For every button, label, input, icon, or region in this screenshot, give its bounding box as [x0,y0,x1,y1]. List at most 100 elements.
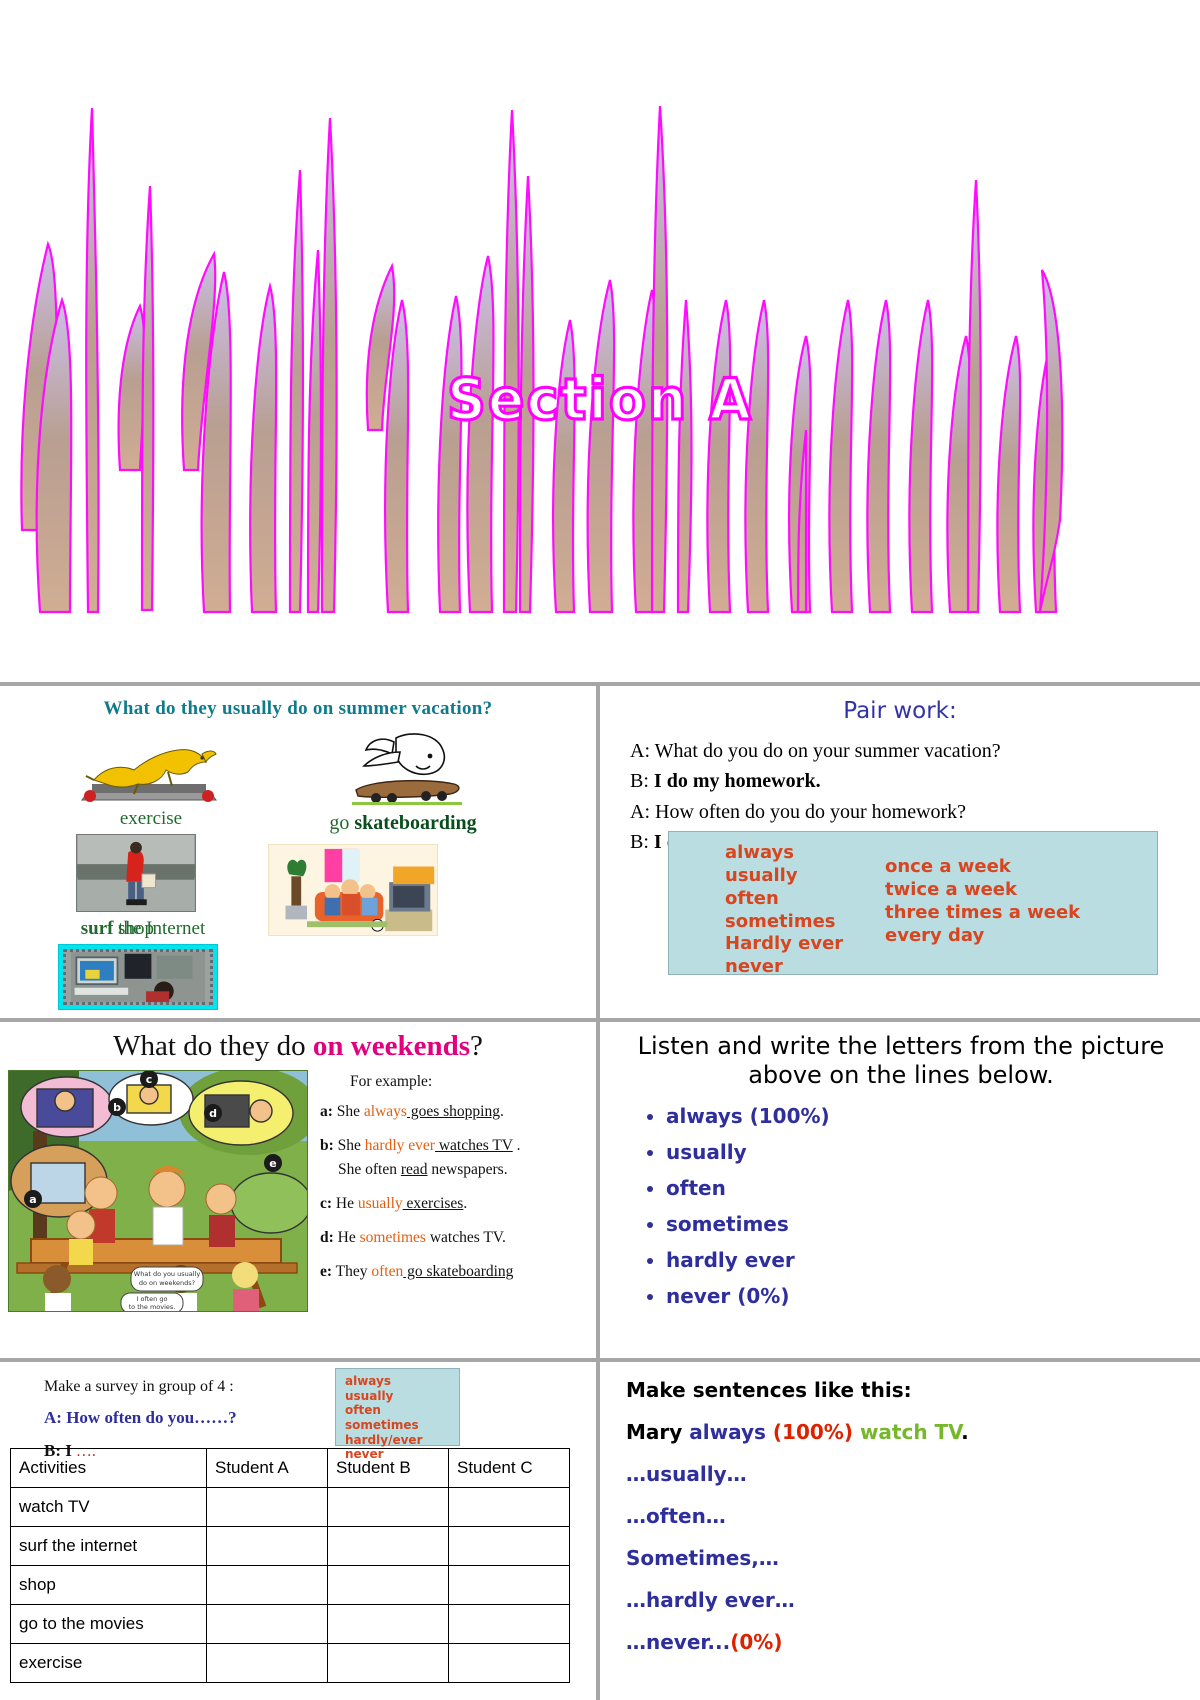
treadmill-dog-icon [81,749,217,802]
svg-text:What do you usually: What do you usually [134,1270,201,1278]
dialogue-speaker-2: B: [630,770,649,793]
followup-2: Sometimes,… [626,1546,779,1570]
example-pre-b: She [333,1137,365,1155]
listen-item-4: hardly ever [666,1250,1162,1270]
table-cell-student-a[interactable] [206,1565,328,1605]
example-percent: (100%) [772,1420,853,1444]
table-cell-student-b[interactable] [327,1643,449,1683]
make-sentences-example: Mary always (100%) watch TV. [626,1422,1186,1442]
svg-text:d: d [209,1107,217,1120]
table-row: exercise [10,1643,570,1683]
table-header-row: Activities Student A Student B Student C [10,1448,570,1488]
table-cell-student-b[interactable] [327,1487,449,1527]
followup-last-percent: (0%) [730,1630,783,1654]
table-cell-student-b[interactable] [327,1604,449,1644]
dialogue-speaker-1: A: [630,740,650,762]
example-verb: watch TV [859,1420,962,1444]
panel-grid: What do they usually do on summer vacati… [0,682,1200,1700]
label-surf-internet: surf the Internet [28,918,258,940]
monitor-desk-icon [71,952,205,1002]
survey-box-item-0: always [345,1374,391,1388]
example-subject: Mary [626,1420,683,1444]
table-cell-student-a[interactable] [206,1487,328,1527]
svg-text:a: a [29,1193,36,1206]
table-cell-student-c[interactable] [448,1643,570,1683]
example-key-c: c: [320,1195,333,1213]
table-header-activities: Activities [10,1448,207,1488]
table-cell-student-c[interactable] [448,1565,570,1605]
wordart-banner: Section A [0,0,1200,682]
listen-instruction: Listen and write the letters from the pi… [637,1032,1165,1090]
example-plainpost-d: watches TV. [425,1229,506,1247]
example-item-d: d: He sometimes watches TV. [320,1226,592,1250]
panel-survey: Make a survey in group of 4 : A: How oft… [0,1362,600,1700]
table-cell-student-a[interactable] [206,1604,328,1644]
table-cell-student-b[interactable] [327,1526,449,1566]
freq-phr-1: twice a week [885,878,1017,900]
weekends-question: What do they do on weekends? [0,1030,596,1063]
frequency-column-phrases: once a week twice a week three times a w… [885,856,1080,974]
label-surf-main: the Internet [113,918,206,939]
make-sentences-title: Make sentences like this: [626,1378,912,1402]
table-cell-activity: shop [10,1565,207,1605]
followup-3: …hardly ever… [626,1588,795,1612]
example-second-underline-b: read [400,1161,428,1179]
survey-box-item-1: usually [345,1388,394,1403]
dialogue-text-1: What do you do on your summer vacation? [650,740,1001,762]
dialogue-speaker-3: A: [630,800,650,823]
panel-row-2: What do they do on weekends? a b c d e W… [0,1022,1200,1362]
wordart-decoration [20,105,1064,614]
example-tail-a: . [499,1103,504,1121]
label-go-skateboarding: go skateboarding [288,812,518,835]
freq-adv-3: sometimes [725,910,836,932]
examples-header: For example: [350,1073,433,1090]
family-watching-tv-icon [268,844,438,936]
survey-instruction-line: Make a survey in group of 4 : [44,1378,234,1395]
table-cell-activity: exercise [10,1643,207,1683]
svg-text:to the movies.: to the movies. [129,1303,176,1311]
example-key-d: d: [320,1229,334,1247]
page-title: Section A [446,365,753,434]
freq-adv-5: never [725,956,783,978]
table-row: watch TV [10,1487,570,1527]
table-cell-student-c[interactable] [448,1526,570,1566]
table-header-student-c: Student C [448,1448,570,1488]
example-adv-b: hardly ever [364,1137,435,1155]
weekends-examples: For example: a: She always goes shopping… [320,1070,592,1294]
freq-adv-4: Hardly ever [725,933,844,955]
weekends-cartoon-picture: a b c d e What do you usually do on week… [8,1070,308,1312]
panel-make-sentences: Make sentences like this: Mary always (1… [600,1362,1200,1700]
table-header-student-b: Student B [327,1448,449,1488]
example-period: . [961,1420,969,1444]
table-row: surf the internet [10,1526,570,1566]
panel-listen-and-write: Listen and write the letters from the pi… [600,1022,1200,1358]
example-pre-d: He [333,1229,360,1247]
table-cell-student-c[interactable] [448,1604,570,1644]
example-post-b: watches TV [434,1137,513,1155]
dialogue-line-2: B: I do my homework. [630,766,1190,796]
snoopy-skateboard-icon [352,733,462,805]
example-pre-e: They [332,1263,372,1281]
freq-phr-2: three times a week [885,901,1081,923]
example-adverb: always [689,1420,766,1444]
dialogue-text-3: How often do you do your homework? [650,800,967,823]
listen-item-3: sometimes [666,1214,1162,1234]
table-cell-student-a[interactable] [206,1526,328,1566]
computer-photo [58,944,218,1010]
example-post-a: goes shopping [406,1103,500,1121]
summer-vacation-question: What do they usually do on summer vacati… [103,698,493,719]
table-cell-student-c[interactable] [448,1487,570,1527]
label-exercise-main: exercise [119,808,183,829]
listen-item-2: often [666,1178,1162,1198]
followup-last: …never...(0%) [626,1632,1186,1652]
freq-phr-0: once a week [885,856,1011,877]
table-cell-student-a[interactable] [206,1643,328,1683]
table-row: shop [10,1565,570,1605]
example-item-a: a: She always goes shopping. [320,1100,592,1124]
example-item-b: b: She hardly ever watches TV . She ofte… [320,1134,592,1182]
example-key-e: e: [320,1263,333,1281]
example-key-b: b: [320,1137,334,1155]
table-cell-student-b[interactable] [327,1565,449,1605]
freq-phr-3: every day [885,924,985,946]
example-tail-b: . [512,1137,521,1155]
